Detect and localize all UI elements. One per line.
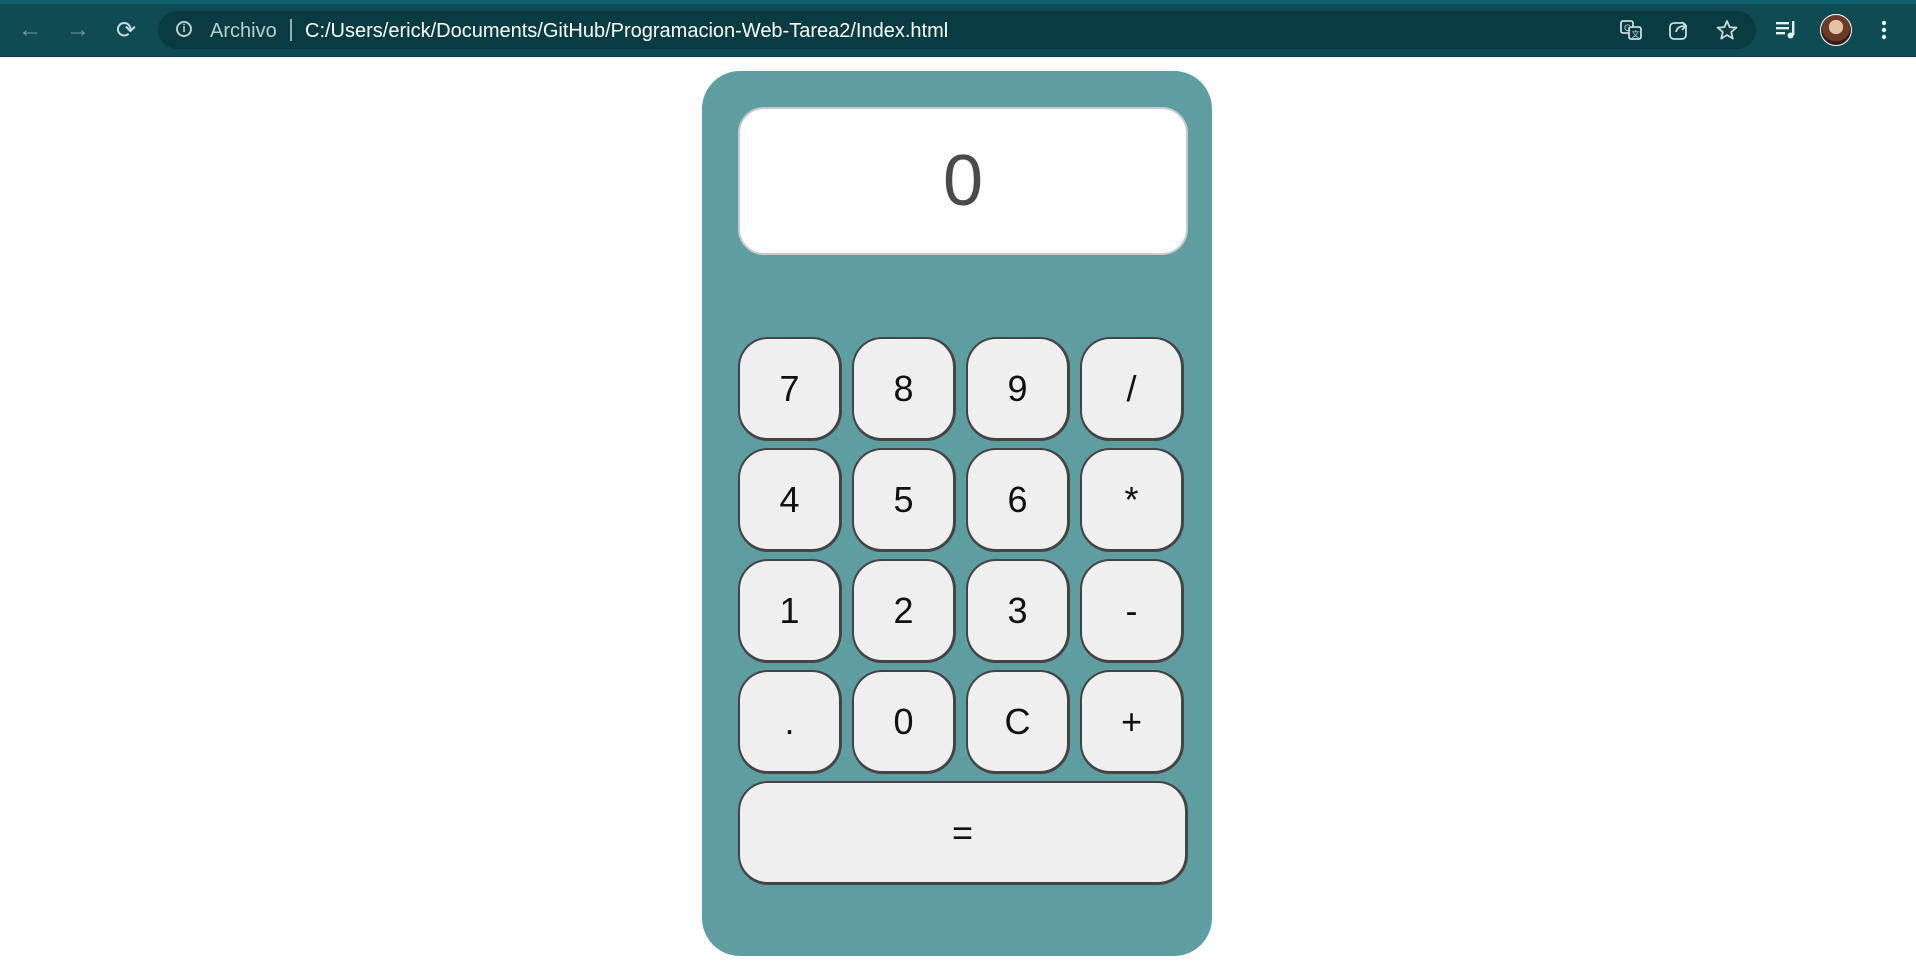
address-divider: [290, 19, 292, 41]
back-button[interactable]: ←: [14, 14, 46, 46]
key-2[interactable]: 2: [852, 559, 956, 663]
key-clear[interactable]: C: [966, 670, 1070, 774]
key-6[interactable]: 6: [966, 448, 1070, 552]
calculator: 0 7 8 9 / 4 5 6 * 1 2 3 - . 0 C + =: [702, 71, 1212, 956]
key-subtract[interactable]: -: [1080, 559, 1184, 663]
reload-button[interactable]: ⟳: [110, 14, 142, 46]
media-control-icon[interactable]: [1770, 14, 1802, 46]
key-3[interactable]: 3: [966, 559, 1070, 663]
forward-button[interactable]: →: [62, 14, 94, 46]
key-divide[interactable]: /: [1080, 337, 1184, 441]
arrow-right-icon: →: [66, 16, 90, 43]
key-9[interactable]: 9: [966, 337, 1070, 441]
calculator-display: 0: [738, 107, 1188, 255]
bookmark-star-icon[interactable]: [1714, 17, 1740, 43]
key-1[interactable]: 1: [738, 559, 842, 663]
tab-strip-edge: [0, 0, 1916, 4]
svg-text:文: 文: [1632, 29, 1640, 39]
translate-icon[interactable]: G 文: [1618, 17, 1644, 43]
address-bar[interactable]: i Archivo C:/Users/erick/Documents/GitHu…: [158, 11, 1756, 49]
profile-avatar[interactable]: [1820, 14, 1852, 46]
origin-label: Archivo: [210, 20, 277, 42]
key-8[interactable]: 8: [852, 337, 956, 441]
key-0[interactable]: 0: [852, 670, 956, 774]
arrow-left-icon: ←: [18, 16, 42, 43]
browser-toolbar: ← → ⟳ i Archivo C:/Users/erick/Documents…: [0, 0, 1916, 57]
key-add[interactable]: +: [1080, 670, 1184, 774]
key-decimal[interactable]: .: [738, 670, 842, 774]
key-equals[interactable]: =: [738, 781, 1188, 885]
key-4[interactable]: 4: [738, 448, 842, 552]
key-multiply[interactable]: *: [1080, 448, 1184, 552]
info-icon[interactable]: i: [176, 21, 192, 37]
reload-icon: ⟳: [115, 16, 137, 44]
share-icon[interactable]: [1666, 17, 1692, 43]
url-text[interactable]: C:/Users/erick/Documents/GitHub/Programa…: [305, 20, 948, 43]
key-7[interactable]: 7: [738, 337, 842, 441]
key-5[interactable]: 5: [852, 448, 956, 552]
kebab-menu-icon[interactable]: [1868, 14, 1900, 46]
